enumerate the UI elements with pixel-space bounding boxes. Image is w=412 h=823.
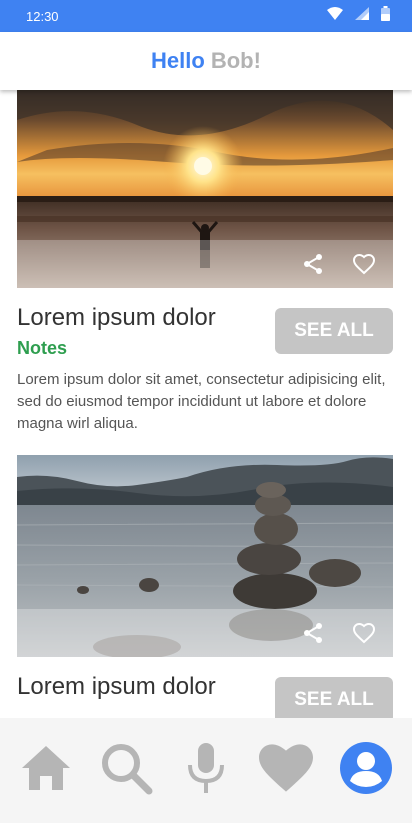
nav-microphone[interactable] (174, 739, 238, 803)
bottom-nav (0, 718, 412, 823)
card-2-image-overlay (17, 609, 393, 657)
share-icon[interactable] (301, 621, 325, 645)
nav-home[interactable] (14, 739, 78, 803)
status-bar: 12:30 (0, 0, 412, 32)
greeting-text: Hello (151, 48, 205, 73)
app-header: Hello Bob! (0, 32, 412, 90)
favorite-outline-icon[interactable] (352, 621, 376, 645)
favorite-outline-icon[interactable] (352, 252, 376, 276)
heart-icon (259, 744, 313, 797)
account-icon (339, 741, 393, 800)
status-time: 12:30 (26, 8, 59, 24)
nav-favorites[interactable] (254, 739, 318, 803)
card-1-image-overlay (17, 240, 393, 288)
cell-signal-icon (355, 7, 369, 25)
status-icons (327, 6, 390, 26)
card-1-subtitle: Notes (17, 338, 68, 358)
search-icon (99, 741, 153, 800)
user-name: Bob! (210, 48, 261, 73)
card-2-image[interactable] (17, 455, 393, 657)
card-1-description: Lorem ipsum dolor sit amet, consectetur … (17, 371, 386, 432)
home-icon (20, 744, 72, 797)
card-2-title: Lorem ipsum dolor (17, 673, 216, 700)
card-1-title: Lorem ipsum dolor (17, 304, 216, 331)
nav-account[interactable] (334, 739, 398, 803)
wifi-icon (327, 7, 343, 25)
share-icon[interactable] (301, 252, 325, 276)
card-1-image[interactable] (17, 90, 393, 288)
content-scroll[interactable]: Lorem ipsum dolor Notes SEE ALL Lorem ip… (0, 90, 412, 718)
microphone-icon (186, 741, 226, 800)
see-all-button-1[interactable]: SEE ALL (275, 308, 393, 354)
see-all-button-2[interactable]: SEE ALL (275, 677, 393, 718)
battery-icon (381, 6, 390, 26)
nav-search[interactable] (94, 739, 158, 803)
